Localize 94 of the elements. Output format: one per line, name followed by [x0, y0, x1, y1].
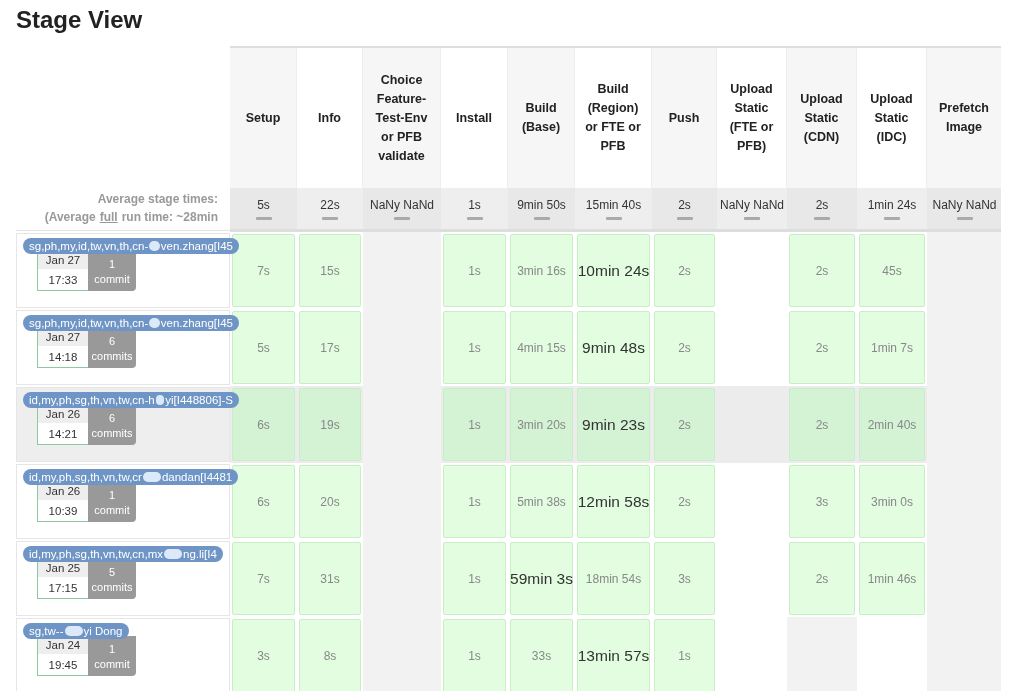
branch-badge: sg,ph,my,id,tw,vn,th,cn- ven.zhang[I45 [23, 238, 239, 254]
average-bar [956, 216, 973, 220]
build-time: 14:21 [38, 423, 88, 444]
stage-header: Upload Static (CDN) [787, 48, 857, 188]
commit-badge[interactable]: 6 commits [88, 405, 136, 445]
stage-header: Setup [230, 48, 297, 188]
stage-time-cell[interactable]: 2s [789, 311, 855, 384]
run-time-label: (Average [44, 210, 96, 224]
stage-time-cell[interactable]: 45s [859, 234, 925, 307]
stage-time-cell[interactable]: 1s [443, 388, 506, 461]
commit-badge[interactable]: 1 commit [88, 251, 136, 291]
stage-time-cell[interactable]: 59min 3s [510, 542, 573, 615]
stage-time-cell[interactable]: 3s [232, 619, 295, 691]
stage-time-cell[interactable]: 2s [654, 388, 715, 461]
stage-time-cell[interactable]: 2s [789, 388, 855, 461]
stage-time-cell[interactable]: 13min 57s [577, 619, 650, 691]
average-time: 2s [815, 197, 829, 212]
average-bar [884, 216, 900, 220]
branch-badge: id,my,ph,sg,th,vn,tw,cr dandan[I4481 [23, 469, 239, 485]
stage-time-cell[interactable]: 18min 54s [577, 542, 650, 615]
stage-time-cell[interactable]: 9min 23s [577, 388, 650, 461]
stage-header: Push [652, 48, 717, 188]
stage-header: Build (Base) [508, 48, 575, 188]
stage-time-cell[interactable]: 1s [443, 465, 506, 538]
stage-time-cell[interactable]: 1s [654, 619, 715, 691]
average-times-label: Average stage times: [97, 192, 218, 206]
commit-badge[interactable]: 6 commits [88, 328, 136, 368]
average-bar [255, 216, 272, 220]
stage-time-cell[interactable]: 4min 15s [510, 311, 573, 384]
stage-time-cell[interactable]: 2s [654, 311, 715, 384]
stage-time-cell[interactable]: 10min 24s [577, 234, 650, 307]
stage-time-cell[interactable]: 15s [299, 234, 361, 307]
commit-badge[interactable]: 1 commit [88, 482, 136, 522]
average-time: 1s [468, 197, 481, 212]
average-time: 22s [320, 197, 340, 212]
stage-time-cell[interactable]: 8s [299, 619, 361, 691]
stage-time-cell[interactable]: 2s [789, 542, 855, 615]
stage-time-cell[interactable]: 2s [654, 465, 715, 538]
stage-time-cell[interactable]: 31s [299, 542, 361, 615]
stage-time-cell[interactable]: 17s [299, 311, 361, 384]
average-time: 2s [678, 197, 691, 212]
stage-time-cell[interactable]: 1min 7s [859, 311, 925, 384]
average-bar [533, 216, 550, 220]
stage-time-cell[interactable]: 5min 38s [510, 465, 573, 538]
build-row[interactable]: sg,tw-- yi Dong Jan 24 19:45 1 commit [16, 618, 230, 691]
build-row[interactable]: id,my,ph,sg,th,vn,tw,cn,mx ng.li[I4 Jan 25 17:15 5 commits [16, 541, 230, 616]
average-time: NaNy NaNd [370, 197, 434, 212]
stage-header: Choice Feature-Test-Env or PFB validate [363, 48, 441, 188]
stage-time-cell[interactable]: 1s [443, 619, 506, 691]
commit-badge[interactable]: 5 commits [88, 559, 136, 599]
average-bar [814, 216, 830, 220]
stage-time-cell[interactable]: 2min 40s [859, 388, 925, 461]
stage-time-cell[interactable]: 7s [232, 234, 295, 307]
stage-time-cell[interactable]: 3s [654, 542, 715, 615]
average-bar [676, 216, 693, 220]
stage-time-cell[interactable]: 3min 16s [510, 234, 573, 307]
branch-badge: id,my,ph,sg,th,vn,tw,cn,mx ng.li[I4 [23, 546, 223, 562]
average-bar [394, 216, 410, 220]
average-bar [466, 216, 483, 220]
average-time: 5s [257, 197, 270, 212]
stage-time-cell[interactable]: 19s [299, 388, 361, 461]
average-bar [605, 216, 622, 220]
stage-time-cell[interactable]: 6s [232, 465, 295, 538]
average-bar [322, 216, 338, 220]
average-time: NaNy NaNd [720, 197, 784, 212]
stage-time-cell[interactable]: 3s [789, 465, 855, 538]
stage-time-cell[interactable]: 2s [654, 234, 715, 307]
stage-time-cell[interactable]: 12min 58s [577, 465, 650, 538]
stage-time-cell[interactable]: 3min 20s [510, 388, 573, 461]
stage-time-cell[interactable]: 5s [232, 311, 295, 384]
stage-time-cell[interactable]: 7s [232, 542, 295, 615]
average-time: NaNy NaNd [932, 197, 997, 212]
average-time: 1min 24s [867, 197, 917, 212]
stage-time-cell[interactable]: 33s [510, 619, 573, 691]
stage-time-cell[interactable]: 1s [443, 542, 506, 615]
stage-time-cell[interactable]: 1min 46s [859, 542, 925, 615]
stage-time-cell[interactable]: 1s [443, 311, 506, 384]
stage-time-cell[interactable]: 3min 0s [859, 465, 925, 538]
full-link[interactable]: full [99, 210, 118, 224]
branch-badge: id,my,ph,sg,th,vn,tw,cn-h yi[I448806]-S [23, 392, 239, 408]
stage-time-cell[interactable]: 6s [232, 388, 295, 461]
page-title: Stage View [16, 6, 144, 34]
stage-time-cell[interactable]: 1s [443, 234, 506, 307]
stage-time-cell[interactable]: 9min 48s [577, 311, 650, 384]
branch-badge: sg,ph,my,id,tw,vn,th,cn- ven.zhang[I45 [23, 315, 239, 331]
branch-badge: sg,tw-- yi Dong [23, 623, 129, 639]
commit-badge[interactable]: 1 commit [88, 636, 136, 676]
average-bar [744, 216, 760, 220]
stage-time-cell[interactable]: 2s [789, 234, 855, 307]
run-time-value: run time: ~28min [121, 210, 218, 224]
stage-time-cell[interactable]: 20s [299, 465, 361, 538]
stage-header: Prefetch Image [927, 48, 1001, 188]
average-time: 15min 40s [585, 197, 642, 212]
average-time: 9min 50s [517, 197, 566, 212]
